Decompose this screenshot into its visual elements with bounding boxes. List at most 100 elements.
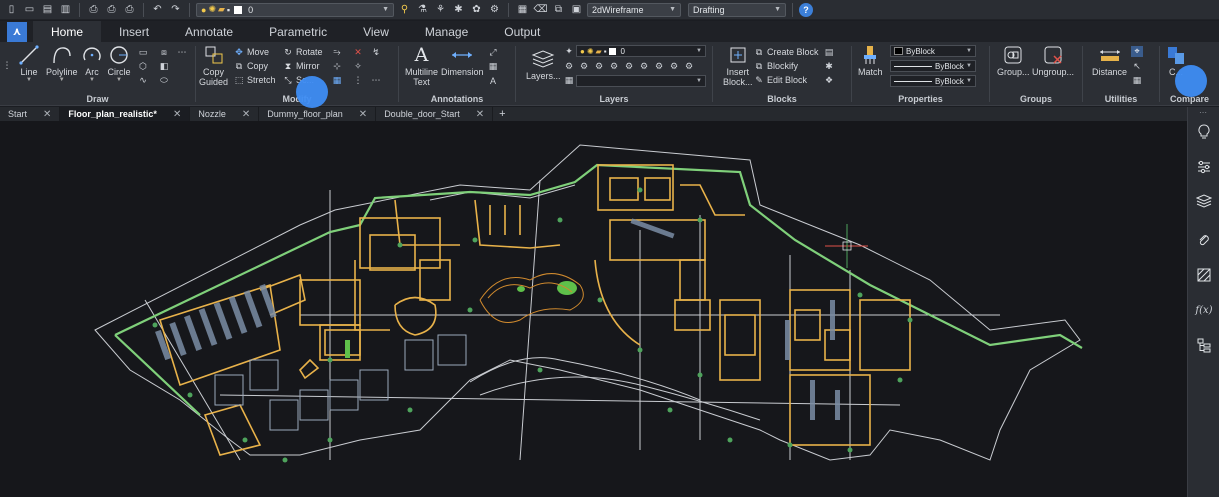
edit-block-button[interactable]: ✎ Edit Block <box>754 75 807 86</box>
select-icon[interactable]: ↖ <box>1131 61 1143 72</box>
layer-tool-2-icon[interactable]: ⚙ <box>578 61 590 72</box>
layer-match-icon[interactable]: ▦ <box>563 75 575 86</box>
array-icon[interactable]: ▦ <box>331 75 343 86</box>
layer-tool-7-icon[interactable]: ⚙ <box>653 61 665 72</box>
more-icon[interactable]: ⋯ <box>176 47 188 58</box>
layer-freeze-icon[interactable]: ✱ <box>451 2 466 17</box>
layer-tool-8-icon[interactable]: ⚙ <box>668 61 680 72</box>
layer-state-icon[interactable]: ✦ <box>563 46 575 57</box>
fillet-icon[interactable]: ↯ <box>370 47 382 58</box>
match-button[interactable]: Match <box>858 44 883 77</box>
polyline-button[interactable]: Polyline ▼ <box>46 44 78 83</box>
save-icon[interactable]: ▤ <box>40 2 55 17</box>
layer-filter-dropdown[interactable]: ▼ <box>576 75 706 87</box>
layer-tool-3-icon[interactable]: ⚙ <box>593 61 605 72</box>
id-point-icon[interactable]: ▦ <box>1131 75 1143 86</box>
save-as-icon[interactable]: ▥ <box>58 2 73 17</box>
drawing-canvas[interactable] <box>0 121 1187 497</box>
color-dropdown[interactable]: ByBlock ▼ <box>890 45 976 57</box>
block-attr-icon[interactable]: ▤ <box>823 47 835 58</box>
eraser-icon[interactable]: ⌫ <box>533 2 548 17</box>
group-button[interactable]: Group... <box>997 44 1030 77</box>
lineweight-dropdown[interactable]: ByBlock ▼ <box>890 75 976 87</box>
redo-icon[interactable]: ↷ <box>168 2 183 17</box>
doc-tab-dummy-floor-plan[interactable]: Dummy_floor_plan ✕ <box>259 107 377 121</box>
layer-tool-4-icon[interactable]: ⚙ <box>608 61 620 72</box>
workspace-dropdown[interactable]: Drafting ▼ <box>688 2 786 17</box>
break-icon[interactable]: ⋯ <box>370 75 382 86</box>
close-icon[interactable]: ✕ <box>173 109 181 120</box>
plot-icon[interactable]: ⎙ <box>104 2 119 17</box>
multiline-text-button[interactable]: A Multiline Text <box>405 44 438 87</box>
spline-icon[interactable]: ∿ <box>137 75 149 86</box>
mirror-button[interactable]: ⧗ Mirror <box>283 61 320 72</box>
create-block-button[interactable]: ⧉ Create Block <box>754 47 819 58</box>
move-button[interactable]: ✥ Move <box>234 47 269 58</box>
polygon-icon[interactable]: ⬡ <box>137 61 149 72</box>
trim-icon[interactable]: ⊹ <box>331 61 343 72</box>
help-icon[interactable]: ? <box>799 2 813 17</box>
circle-button[interactable]: Circle ▼ <box>107 44 131 83</box>
function-icon[interactable]: f(x) <box>1194 300 1214 320</box>
linetype-dropdown[interactable]: ByBlock ▼ <box>890 60 976 72</box>
explode-icon[interactable]: ✧ <box>352 61 364 72</box>
layer-tool-1-icon[interactable]: ⚙ <box>563 61 575 72</box>
application-menu-button[interactable]: ⋏ <box>7 21 27 42</box>
region-icon[interactable]: ◧ <box>158 61 170 72</box>
ribbon-layer-dropdown[interactable]: ● ✺ ▰ ▪ 0 ▼ <box>576 45 706 57</box>
tab-view[interactable]: View <box>345 21 407 42</box>
blockify-button[interactable]: ⧉ Blockify <box>754 61 798 72</box>
sliders-icon[interactable] <box>1194 157 1214 177</box>
doc-tab-start[interactable]: Start ✕ <box>0 107 61 121</box>
add-tab-button[interactable]: + <box>493 108 511 120</box>
rectangle-icon[interactable]: ▭ <box>137 47 149 58</box>
layer-dropdown[interactable]: ● ✺ ▰ ▪ 0 ▼ <box>196 2 394 17</box>
ellipse-icon[interactable]: ⬭ <box>158 75 170 86</box>
offset-icon[interactable]: ⥲ <box>331 47 343 58</box>
layer-walk-icon[interactable]: ⚗ <box>415 2 430 17</box>
layer-tool-6-icon[interactable]: ⚙ <box>638 61 650 72</box>
arc-button[interactable]: Arc ▼ <box>80 44 104 83</box>
tab-output[interactable]: Output <box>486 21 558 42</box>
dimension-button[interactable]: Dimension <box>441 44 484 77</box>
layer-tool-5-icon[interactable]: ⚙ <box>623 61 635 72</box>
doc-tab-floor-plan-realistic[interactable]: Floor_plan_realistic* ✕ <box>60 107 191 121</box>
visual-style-dropdown[interactable]: 2dWireframe ▼ <box>587 2 681 17</box>
stamp-icon[interactable]: ⧉ <box>551 2 566 17</box>
pin-icon[interactable]: ⋮ <box>1 60 13 71</box>
visual-style-icon[interactable]: ▣ <box>569 2 584 17</box>
copy-button[interactable]: ⧉ Copy <box>234 61 268 72</box>
text-style-icon[interactable]: A <box>487 75 499 86</box>
undo-icon[interactable]: ↶ <box>150 2 165 17</box>
layer-isolate-icon[interactable]: ⚘ <box>433 2 448 17</box>
erase-icon[interactable]: ✕ <box>352 47 364 58</box>
tab-annotate[interactable]: Annotate <box>167 21 251 42</box>
table-icon[interactable]: ▦ <box>487 61 499 72</box>
block-tool-icon[interactable]: ✱ <box>823 61 835 72</box>
open-file-icon[interactable]: ▭ <box>22 2 37 17</box>
quick-select-icon[interactable]: ⌖ <box>1131 46 1143 57</box>
distance-button[interactable]: Distance <box>1092 44 1127 77</box>
block-sync-icon[interactable]: ❖ <box>823 75 835 86</box>
rotate-button[interactable]: ↻ Rotate <box>283 47 322 58</box>
layers-button[interactable]: Layers... <box>526 48 561 81</box>
layer-lock-icon[interactable]: ⚙ <box>487 2 502 17</box>
paperclip-icon[interactable] <box>1194 231 1214 251</box>
print-icon[interactable]: ⎙ <box>86 2 101 17</box>
hatch-icon[interactable]: ⧈ <box>158 47 170 58</box>
layer-tool-icon[interactable]: ⚲ <box>397 2 412 17</box>
layers-icon[interactable] <box>1194 191 1214 211</box>
close-icon[interactable]: ✕ <box>242 109 250 120</box>
publish-icon[interactable]: ⎙ <box>122 2 137 17</box>
doc-tab-double-door-start[interactable]: Double_door_Start ✕ <box>376 107 494 121</box>
insert-block-button[interactable]: Insert Block... <box>723 44 753 87</box>
hatch-icon[interactable] <box>1194 265 1214 285</box>
layer-off-icon[interactable]: ✿ <box>469 2 484 17</box>
hierarchy-icon[interactable] <box>1194 335 1214 355</box>
close-icon[interactable]: ✕ <box>476 109 484 120</box>
line-button[interactable]: Line ▼ <box>17 44 41 83</box>
tab-home[interactable]: Home <box>33 21 102 42</box>
copy-guided-button[interactable]: Copy Guided <box>199 44 228 87</box>
calculator-icon[interactable]: ▦ <box>515 2 530 17</box>
close-icon[interactable]: ✕ <box>43 109 51 120</box>
